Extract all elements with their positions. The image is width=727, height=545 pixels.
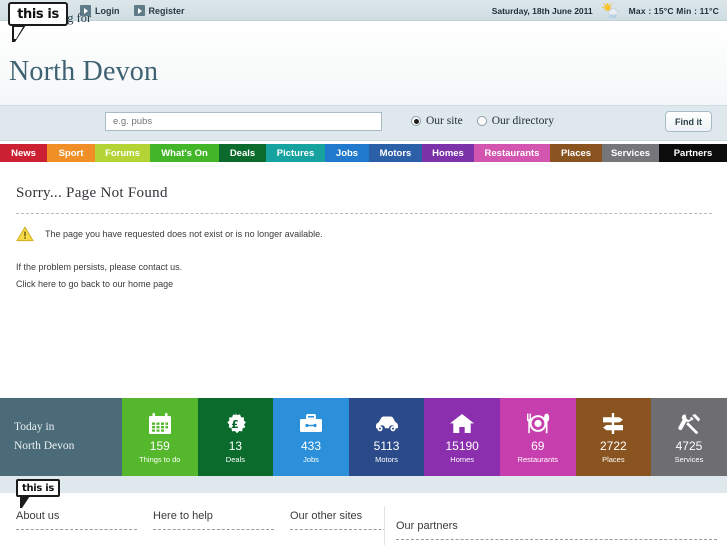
register-link-label: Register (148, 5, 185, 16)
nav-item-news[interactable]: News (0, 144, 47, 162)
main-content: Sorry... Page Not Found The page you hav… (0, 162, 727, 398)
footer-logo-speech-tail (20, 496, 30, 508)
house-icon (450, 411, 475, 437)
error-heading: Sorry... Page Not Found (16, 185, 168, 201)
stat-tile-count: 2722 (600, 438, 627, 453)
cutlery-icon (525, 411, 551, 437)
stat-tile-count: 15190 (445, 438, 479, 453)
footer-column-here-to-help: Here to help (137, 510, 274, 530)
sun-behind-rain-cloud-icon (601, 2, 620, 18)
top-utility-bar: Login Register Saturday, 18th June 2011 (0, 0, 727, 21)
radio-our-directory[interactable]: Our directory (476, 115, 555, 127)
calendar-icon (148, 411, 172, 437)
logo-speech-tail (12, 25, 26, 42)
register-link[interactable]: Register (133, 5, 185, 16)
stat-tile-label: Things to do (139, 454, 181, 464)
home-page-link[interactable]: Click here to go back to our home page (16, 279, 173, 289)
nav-item-partners[interactable]: Partners (659, 144, 727, 162)
pound-badge-icon: £ (224, 411, 247, 437)
stat-tile-label: Homes (450, 454, 475, 464)
car-icon (374, 411, 400, 437)
radio-dot-icon (476, 116, 487, 126)
stat-tile-count: 433 (300, 438, 321, 453)
nav-item-what-s-on[interactable]: What's On (150, 144, 219, 162)
stat-tile-things-to-do[interactable]: 159 Things to do (122, 398, 198, 476)
nav-item-homes[interactable]: Homes (422, 144, 474, 162)
site-logo[interactable]: this is (8, 2, 68, 26)
stat-tile-count: 13 (228, 438, 243, 453)
nav-item-sport[interactable]: Sport (47, 144, 95, 162)
stat-tile-label: Deals (225, 454, 245, 464)
stat-tile-label: Places (602, 454, 625, 464)
tools-icon (677, 411, 701, 437)
footer-partners-panel: Our partners (384, 506, 727, 545)
nav-item-restaurants[interactable]: Restaurants (474, 144, 550, 162)
radio-our-site[interactable]: Our site (411, 115, 463, 127)
nav-item-places[interactable]: Places (550, 144, 602, 162)
radio-dot-selected-icon (411, 116, 421, 126)
nav-item-deals[interactable]: Deals (219, 144, 266, 162)
nav-item-jobs[interactable]: Jobs (325, 144, 369, 162)
error-notice: The page you have requested does not exi… (16, 226, 323, 242)
stat-tile-count: 5113 (373, 438, 400, 453)
stat-tile-deals[interactable]: £13 Deals (197, 398, 274, 476)
page-root: Login Register Saturday, 18th June 2011 (0, 0, 727, 545)
page-title: North Devon (9, 56, 159, 87)
divider (153, 529, 274, 530)
main-navigation: News Sport Forums What's On Deals Pictures Job… (0, 144, 727, 162)
divider (396, 539, 717, 540)
contact-us-text: If the problem persists, please contact … (16, 262, 183, 272)
stats-heading-line1: Today in (14, 421, 55, 433)
top-weather-area: Saturday, 18th June 2011 Max: 15°C Min … (492, 0, 719, 21)
stat-tile-count: 69 (531, 438, 545, 453)
stat-tile-label: Jobs (303, 454, 319, 464)
stat-tile-label: Motors (375, 454, 399, 464)
radio-our-site-label: Our site (426, 115, 463, 127)
svg-text:£: £ (232, 418, 240, 431)
nav-item-pictures[interactable]: Pictures (266, 144, 325, 162)
footer-partners-title: Our partners (396, 520, 458, 532)
divider (16, 213, 712, 214)
warning-triangle-icon (16, 226, 34, 242)
stats-strip: Today in North Devon 159 Things to do £13 D… (0, 398, 727, 476)
footer-column-title[interactable]: About us (16, 510, 137, 522)
footer-logo-label: this is (21, 482, 55, 494)
error-notice-text: The page you have requested does not exi… (45, 229, 323, 239)
divider (16, 529, 137, 530)
stat-tile-services[interactable]: 4725 Services (651, 398, 727, 476)
stats-heading-line2: North Devon (14, 440, 75, 452)
stat-tile-count: 4725 (675, 438, 703, 453)
temperature-readout: Max : 15°C Min : 11°C (628, 5, 719, 16)
footer-band (0, 476, 727, 493)
stat-tile-jobs[interactable]: 433 Jobs (273, 398, 349, 476)
search-input[interactable] (105, 112, 382, 131)
stats-heading: Today in North Devon (0, 398, 122, 476)
nav-item-forums[interactable]: Forums (95, 144, 150, 162)
nav-item-services[interactable]: Services (602, 144, 659, 162)
stat-tile-homes[interactable]: 15190 Homes (424, 398, 500, 476)
footer-column-about-us: About us (0, 510, 137, 530)
nav-item-motors[interactable]: Motors (369, 144, 422, 162)
signpost-icon (602, 411, 624, 437)
masthead: North Devon (0, 22, 727, 105)
stat-tile-places[interactable]: 2722 Places (575, 398, 652, 476)
login-link-label: Login (95, 5, 120, 16)
briefcase-icon (299, 411, 323, 437)
stat-tile-restaurants[interactable]: 69 Restaurants (499, 398, 576, 476)
stat-tile-count: 159 (149, 438, 170, 453)
find-it-button[interactable]: Find it (665, 111, 712, 132)
stat-tile-label: Services (674, 454, 704, 464)
current-date: Saturday, 18th June 2011 (491, 5, 593, 16)
site-logo-label: this is (17, 6, 59, 22)
footer-column-title[interactable]: Here to help (153, 510, 274, 522)
top-auth-links: Login Register (80, 0, 185, 21)
radio-our-directory-label: Our directory (491, 115, 555, 127)
stat-tile-label: Restaurants (517, 454, 558, 464)
search-scope-radios: Our site Our directory (411, 115, 554, 127)
arrow-right-icon (133, 5, 145, 16)
footer-logo[interactable]: this is (16, 479, 60, 497)
stat-tile-motors[interactable]: 5113 Motors (348, 398, 425, 476)
